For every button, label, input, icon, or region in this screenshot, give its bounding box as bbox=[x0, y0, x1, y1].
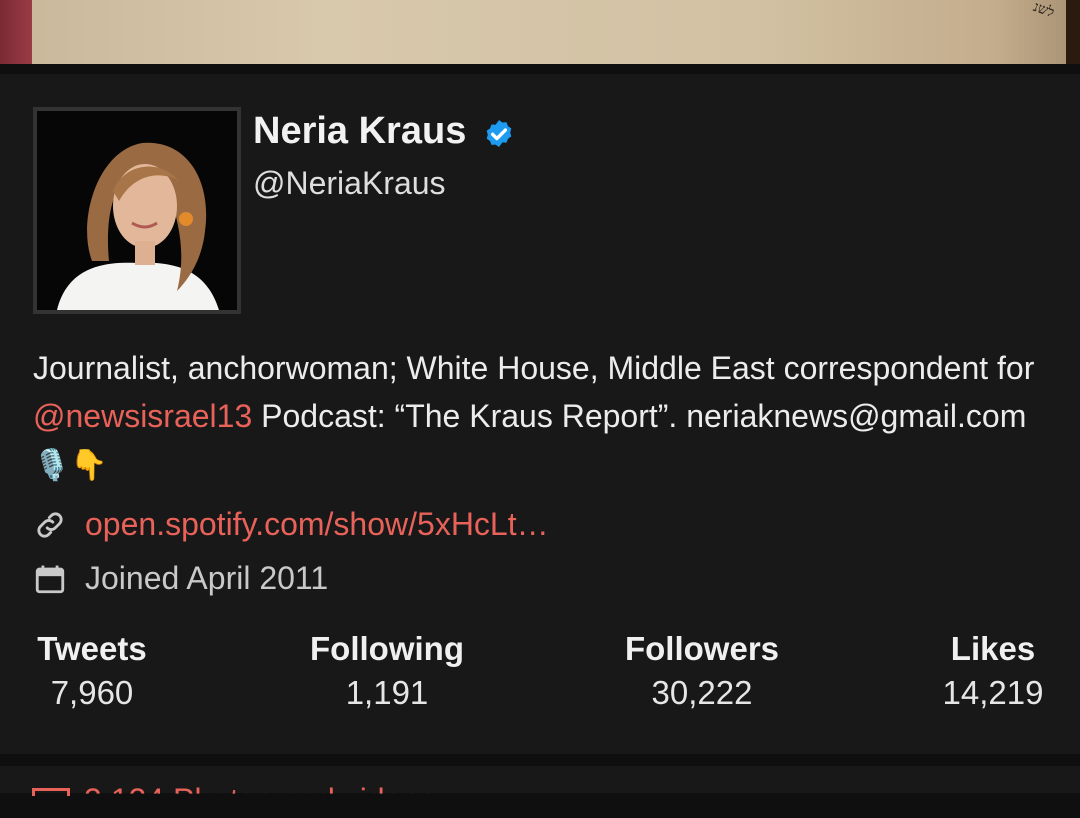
stat-tweets[interactable]: Tweets 7,960 bbox=[30, 630, 154, 712]
stat-value: 1,191 bbox=[345, 674, 429, 711]
bio-mention-link[interactable]: @newsisrael13 bbox=[33, 398, 252, 434]
stat-label: Followers bbox=[624, 630, 780, 667]
bio-text: Journalist, anchorwoman; White House, Mi… bbox=[33, 350, 1035, 386]
calendar-icon bbox=[35, 565, 65, 593]
media-section-label: 3,124 Photos and videos bbox=[84, 782, 437, 818]
joined-text: Joined April 2011 bbox=[85, 560, 329, 596]
stat-followers[interactable]: Followers 30,222 bbox=[617, 630, 787, 712]
profile-banner[interactable]: לשנ bbox=[0, 0, 1080, 64]
profile-handle: @NeriaKraus bbox=[253, 165, 446, 201]
website-link[interactable]: open.spotify.com/show/5xHcLt… bbox=[85, 506, 549, 543]
profile-website: open.spotify.com/show/5xHcLt… bbox=[33, 506, 549, 543]
bio-text-continued: Podcast: “The Kraus Report”. neriaknews@… bbox=[252, 398, 1027, 434]
profile-name-row: Neria Kraus bbox=[253, 110, 516, 153]
stat-value: 30,222 bbox=[651, 674, 753, 711]
verified-badge-icon bbox=[487, 119, 512, 147]
profile-bio: Journalist, anchorwoman; White House, Mi… bbox=[33, 344, 1043, 490]
image-icon bbox=[32, 788, 70, 796]
media-section-header[interactable]: 3,124 Photos and videos bbox=[0, 766, 1080, 796]
stat-label: Following bbox=[310, 630, 464, 667]
media-section-row: 3,124 Photos and videos bbox=[32, 784, 452, 798]
profile-avatar[interactable] bbox=[33, 107, 241, 314]
stat-label: Tweets bbox=[37, 630, 147, 667]
profile-joined-date: Joined April 2011 bbox=[33, 560, 328, 597]
banner-book-spine bbox=[0, 0, 32, 64]
stat-value: 14,219 bbox=[942, 674, 1044, 711]
bio-emojis: 🎙️👇 bbox=[33, 449, 108, 482]
stat-value: 7,960 bbox=[50, 674, 134, 711]
link-icon bbox=[37, 511, 63, 538]
stat-likes[interactable]: Likes 14,219 bbox=[935, 630, 1051, 712]
banner-hebrew-script: לשנ bbox=[1031, 0, 1057, 22]
banner-edge bbox=[1066, 0, 1080, 64]
avatar-portrait-image bbox=[37, 111, 237, 310]
profile-name: Neria Kraus bbox=[253, 110, 467, 152]
stat-label: Likes bbox=[950, 630, 1036, 667]
stat-following[interactable]: Following 1,191 bbox=[300, 630, 474, 712]
